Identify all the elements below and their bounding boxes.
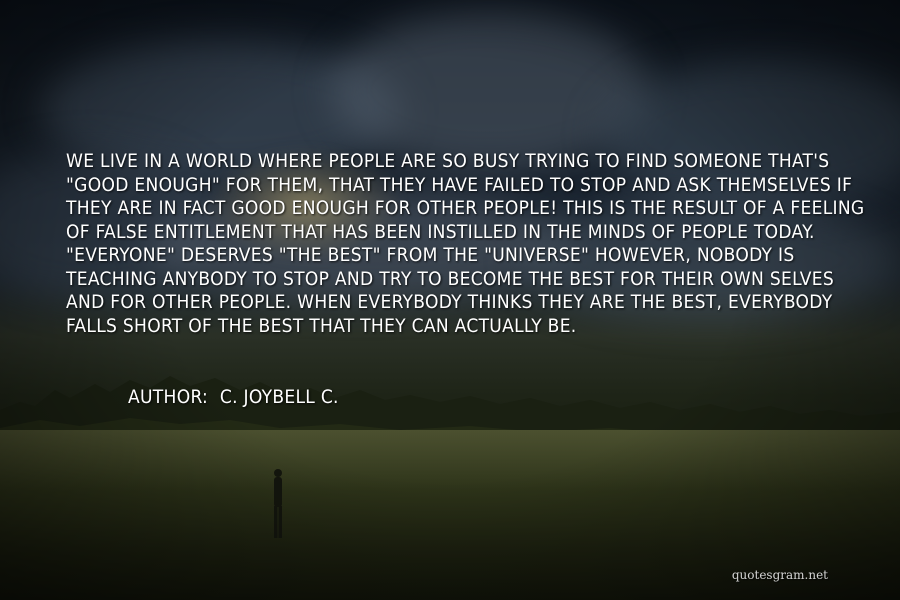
author-name: C. JOYBELL C. xyxy=(219,386,339,408)
quote-line: WE LIVE IN A WORLD WHERE PEOPLE ARE SO B… xyxy=(66,150,830,172)
author-credit: AUTHOR: C. JOYBELL C. xyxy=(128,386,339,408)
quote-line: OF FALSE ENTITLEMENT THAT HAS BEEN INSTI… xyxy=(66,220,815,243)
quote-line: "EVERYONE" DESERVES "THE BEST" FROM THE … xyxy=(66,244,795,266)
quote-line: AND FOR OTHER PEOPLE. WHEN EVERYBODY THI… xyxy=(66,291,833,313)
quote-text: WE LIVE IN A WORLD WHERE PEOPLE ARE SO B… xyxy=(66,150,866,338)
quote-line: "GOOD ENOUGH" FOR THEM, THAT THEY HAVE F… xyxy=(66,173,853,196)
watermark: quotesgram.net xyxy=(731,568,828,582)
quote-image: WE LIVE IN A WORLD WHERE PEOPLE ARE SO B… xyxy=(0,0,900,600)
quote-line: FALLS SHORT OF THE BEST THAT THEY CAN AC… xyxy=(66,314,577,337)
quote-line: THEY ARE IN FACT GOOD ENOUGH FOR OTHER P… xyxy=(66,197,865,219)
quote-line: TEACHING ANYBODY TO STOP AND TRY TO BECO… xyxy=(66,267,835,290)
author-label: AUTHOR: xyxy=(128,386,209,408)
